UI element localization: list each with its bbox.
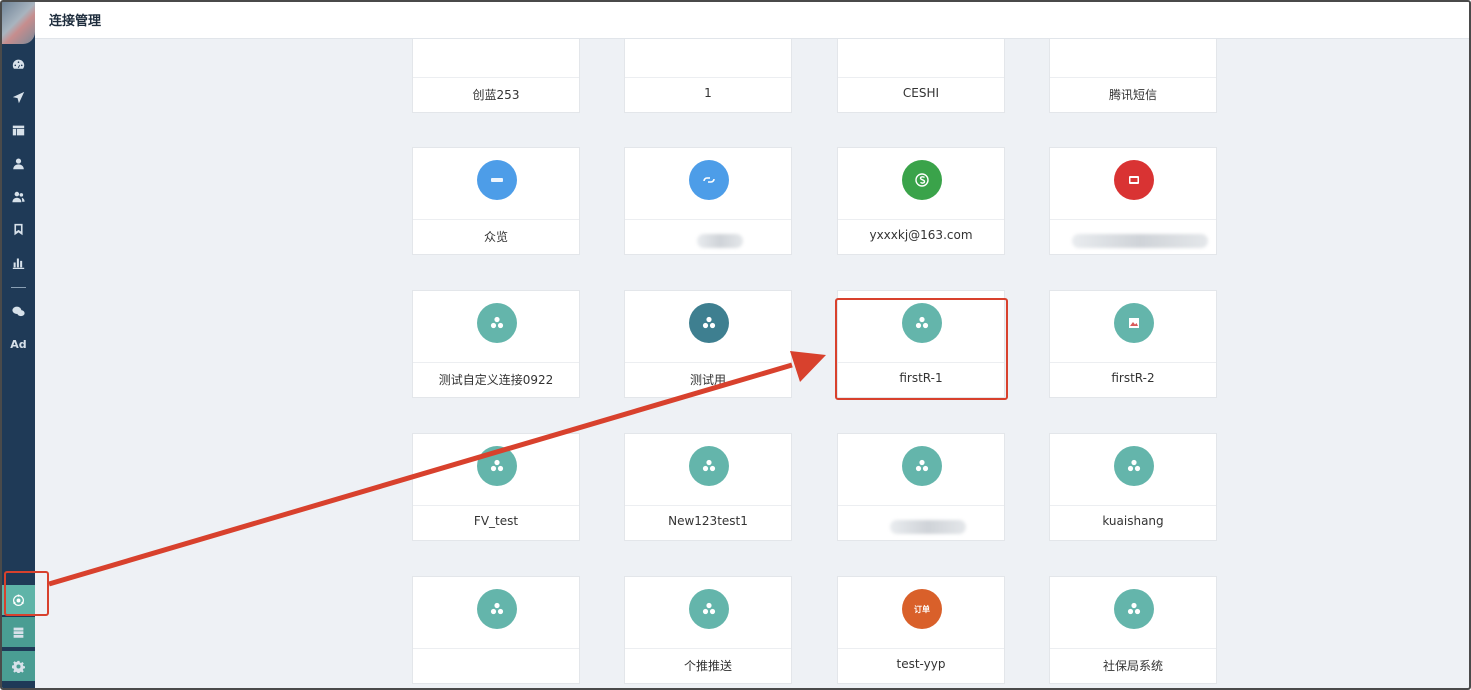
- connection-logo: [477, 160, 517, 200]
- redacted-label: [697, 234, 743, 248]
- connection-card[interactable]: kuaishang: [1049, 433, 1217, 541]
- red-logo-icon: [1129, 176, 1139, 184]
- connection-card[interactable]: 测试自定义连接0922: [412, 290, 580, 398]
- card-divider: [1050, 362, 1216, 363]
- card-divider: [838, 219, 1004, 220]
- connection-card[interactable]: New123test1: [624, 433, 792, 541]
- highlight-box-card: [835, 298, 1008, 400]
- connection-name: 众览: [483, 230, 508, 244]
- custom-icon: [490, 459, 504, 472]
- redacted-label: [890, 520, 966, 534]
- connection-logo: [689, 589, 729, 629]
- connection-card[interactable]: firstR-2: [1049, 290, 1217, 398]
- card-divider: [1050, 77, 1216, 78]
- connection-logo: [689, 303, 729, 343]
- connection-name: 测试用: [689, 373, 726, 387]
- custom-icon: [915, 459, 929, 472]
- card-divider: [838, 648, 1004, 649]
- card-divider: [625, 362, 791, 363]
- connection-logo: [1114, 160, 1154, 200]
- connection-card[interactable]: FV_test: [412, 433, 580, 541]
- connection-logo: 订单: [902, 589, 942, 629]
- custom-icon: [702, 459, 716, 472]
- link-icon: [703, 177, 715, 183]
- custom-icon: [1127, 459, 1141, 472]
- card-divider: [413, 362, 579, 363]
- redacted-label: [1072, 234, 1208, 248]
- highlight-box-sidebar: [4, 571, 49, 616]
- connection-name: New123test1: [668, 514, 748, 528]
- logo-icon: [491, 178, 503, 182]
- connection-card[interactable]: [624, 147, 792, 255]
- connection-name: kuaishang: [1102, 514, 1164, 528]
- connection-name: firstR-2: [1111, 371, 1155, 385]
- custom-icon: [702, 316, 716, 329]
- card-divider: [413, 219, 579, 220]
- connection-logo: [902, 446, 942, 486]
- connection-card[interactable]: 众览: [412, 147, 580, 255]
- connection-name: 社保局系统: [1102, 659, 1163, 673]
- connection-card[interactable]: [1049, 147, 1217, 255]
- connection-card[interactable]: [837, 433, 1005, 541]
- connection-name: 1: [704, 86, 712, 100]
- custom-icon: [1127, 602, 1141, 615]
- order-icon: 订单: [914, 604, 930, 614]
- connection-name: yxxxkj@163.com: [869, 228, 973, 242]
- card-divider: [625, 77, 791, 78]
- connection-card[interactable]: 社保局系统: [1049, 576, 1217, 684]
- connection-logo: [477, 589, 517, 629]
- page-title: 连接管理: [49, 14, 102, 29]
- card-divider: [413, 77, 579, 78]
- card-divider: [625, 648, 791, 649]
- card-divider: [625, 219, 791, 220]
- connection-name: 创蓝253: [472, 88, 520, 102]
- connection-name: CESHI: [902, 86, 940, 100]
- connection-name: FV_test: [473, 514, 519, 528]
- connection-name: 腾讯短信: [1108, 88, 1157, 102]
- card-divider: [413, 505, 579, 506]
- connection-card[interactable]: 订单 test-yyp: [837, 576, 1005, 684]
- custom-icon: [702, 602, 716, 615]
- s-logo-icon: [915, 173, 929, 187]
- connection-card[interactable]: [412, 576, 580, 684]
- connection-grid: 创蓝253 1 CESHI 腾讯短信 众览 yxxxkj@163.com 测试自…: [2, 2, 1469, 688]
- connection-card[interactable]: 测试用: [624, 290, 792, 398]
- card-divider: [838, 505, 1004, 506]
- connection-logo: [477, 303, 517, 343]
- card-divider: [413, 648, 579, 649]
- card-divider: [625, 505, 791, 506]
- connection-card[interactable]: yxxxkj@163.com: [837, 147, 1005, 255]
- connection-logo: [477, 446, 517, 486]
- connection-logo: [689, 160, 729, 200]
- connection-name: test-yyp: [896, 657, 946, 671]
- connection-logo: [689, 446, 729, 486]
- card-divider: [1050, 219, 1216, 220]
- custom-icon: [490, 602, 504, 615]
- custom-icon: [490, 316, 504, 329]
- connection-card[interactable]: 个推推送: [624, 576, 792, 684]
- card-divider: [1050, 505, 1216, 506]
- card-divider: [1050, 648, 1216, 649]
- app-window: Ad 创蓝253 1 CESHI 腾讯短信 众览 yxxxkj@163.com …: [0, 0, 1471, 690]
- connection-name: 测试自定义连接0922: [438, 373, 554, 387]
- page-header: 连接管理: [35, 2, 1469, 39]
- card-divider: [838, 77, 1004, 78]
- connection-logo: [1114, 589, 1154, 629]
- connection-logo: [1114, 446, 1154, 486]
- connection-name: 个推推送: [683, 659, 732, 673]
- image-icon: [1129, 318, 1139, 328]
- connection-logo: [1114, 303, 1154, 343]
- connection-logo: [902, 160, 942, 200]
